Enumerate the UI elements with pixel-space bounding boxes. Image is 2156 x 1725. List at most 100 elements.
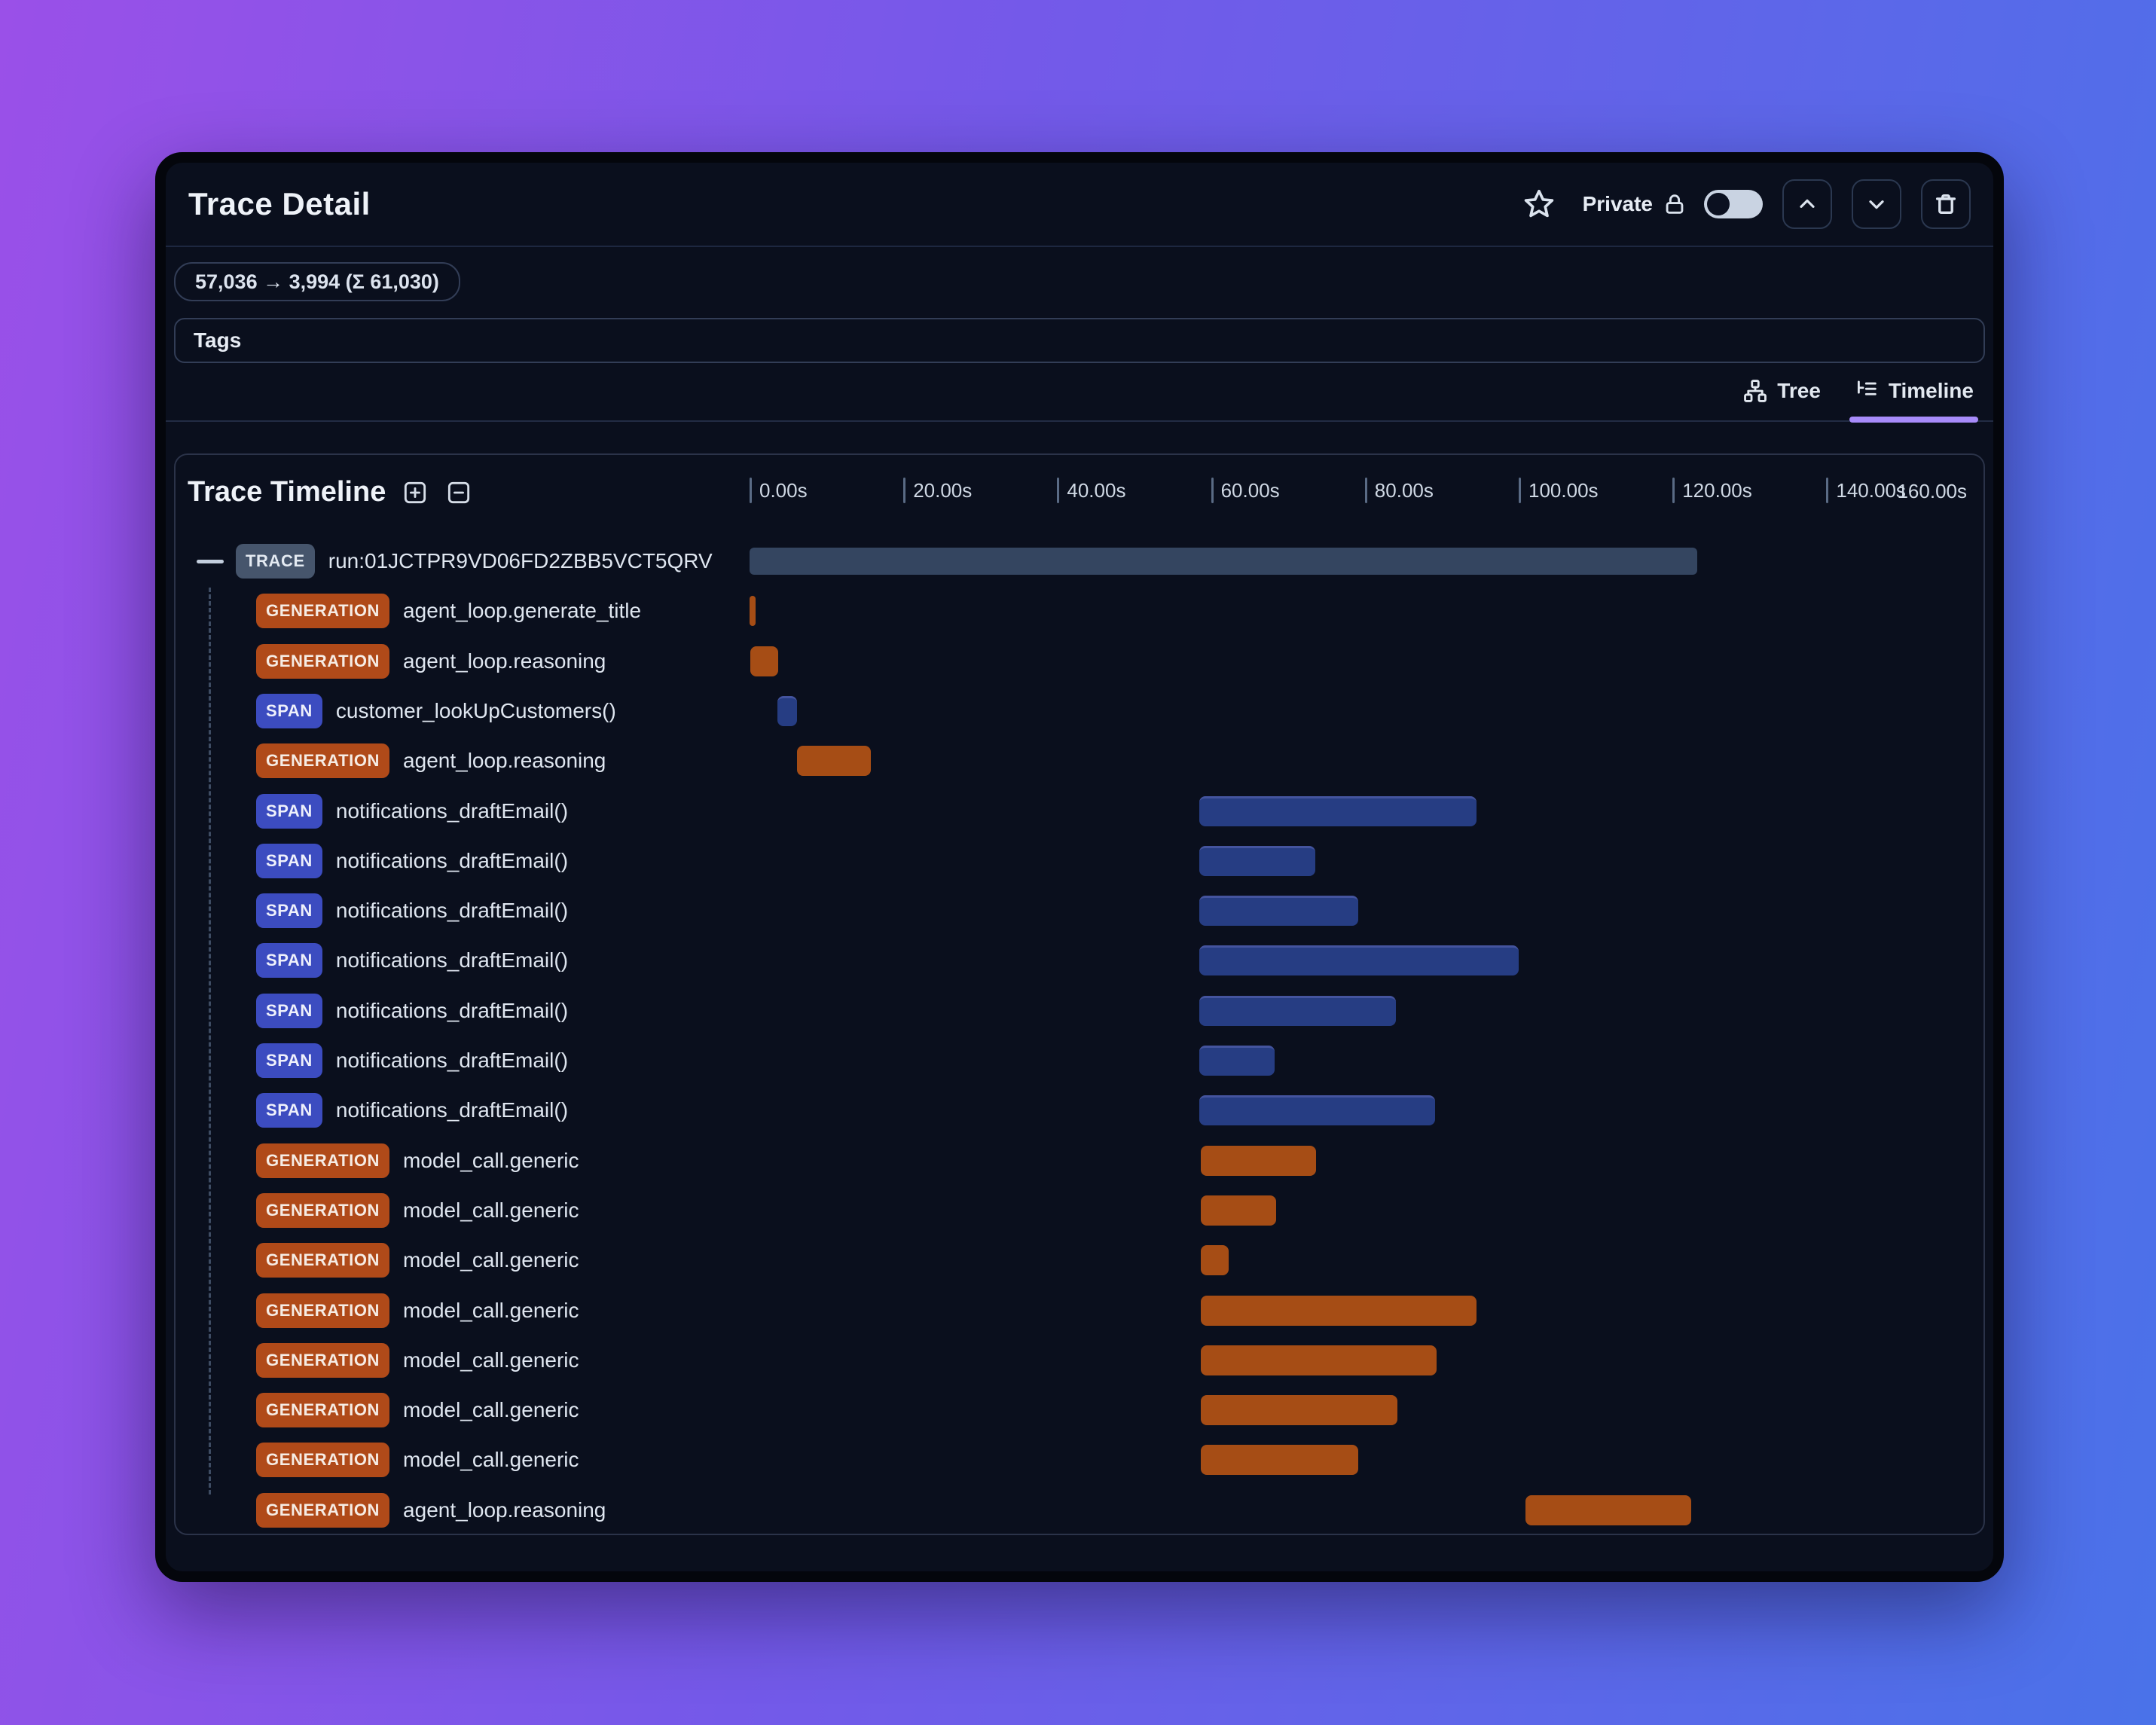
timeline-row[interactable]: GENERATION agent_loop.generate_title [176,586,1983,636]
window-header: Trace Detail Private [166,163,1993,247]
timeline-row[interactable]: SPAN notifications_draftEmail() [176,936,1983,985]
privacy-toggle[interactable] [1704,190,1763,218]
row-label: agent_loop.reasoning [403,1498,606,1522]
privacy-label: Private [1582,192,1653,215]
privacy-control: Private [1583,190,1763,218]
row-duration-bar[interactable] [1199,1095,1435,1126]
axis-tick: 40.00s [1057,478,1125,503]
axis-tick: 0.00s [750,478,808,503]
timeline-row[interactable]: SPAN notifications_draftEmail() [176,786,1983,836]
row-type-badge: SPAN [256,1093,322,1128]
star-icon[interactable] [1522,188,1556,221]
delete-trace-button[interactable] [1921,179,1971,229]
row-type-badge: GENERATION [256,1492,390,1528]
tags-input[interactable]: Tags [174,318,1985,363]
axis-tick-mark [750,478,752,503]
row-type-badge: SPAN [256,1043,322,1078]
row-duration-bar[interactable] [1199,1046,1275,1076]
row-label: notifications_draftEmail() [335,948,569,972]
timeline-row[interactable]: GENERATION model_call.generic [176,1136,1983,1186]
timeline-row[interactable]: SPAN customer_lookUpCustomers() [176,686,1983,736]
timeline-row[interactable]: SPAN notifications_draftEmail() [176,836,1983,886]
tags-label: Tags [194,328,242,352]
row-label: agent_loop.reasoning [403,749,606,773]
row-duration-bar[interactable] [750,596,756,627]
row-label: model_call.generic [403,1248,579,1272]
row-type-badge: SPAN [256,793,322,829]
timeline-row[interactable]: TRACE run:01JCTPR9VD06FD2ZBB5VCT5QRV [176,536,1983,586]
trace-timeline-panel: Trace Timeline 160.00s 0.00s 20.00s 40.0… [174,453,1985,1535]
timeline-row[interactable]: SPAN notifications_draftEmail() [176,986,1983,1036]
tree-hierarchy-icon [1742,378,1768,404]
row-label: model_call.generic [403,1448,579,1472]
axis-tick-label: 140.00s [1836,478,1906,502]
row-label: model_call.generic [403,1348,579,1372]
axis-end-label: 160.00s [1897,480,1967,502]
axis-tick: 60.00s [1211,478,1280,503]
timeline-row[interactable]: GENERATION agent_loop.reasoning [176,736,1983,786]
row-label: model_call.generic [403,1298,579,1322]
row-duration-bar[interactable] [1199,845,1316,876]
axis-tick-label: 100.00s [1528,478,1599,502]
row-duration-bar[interactable] [1201,1195,1277,1226]
axis-tick-mark [1364,478,1367,503]
row-duration-bar[interactable] [1199,795,1477,826]
row-type-badge: GENERATION [256,643,390,679]
collapse-up-button[interactable] [1782,179,1832,229]
axis-tick-mark [1826,478,1829,503]
timeline-row[interactable]: GENERATION agent_loop.reasoning [176,637,1983,686]
row-duration-bar[interactable] [1201,1345,1437,1375]
row-label: model_call.generic [403,1198,579,1222]
row-type-badge: GENERATION [256,1192,390,1228]
row-type-badge: GENERATION [256,1342,390,1378]
row-label: notifications_draftEmail() [335,998,569,1022]
timeline-row[interactable]: GENERATION model_call.generic [176,1186,1983,1235]
timeline-row[interactable]: GENERATION agent_loop.reasoning [176,1485,1983,1534]
row-type-badge: SPAN [256,993,322,1028]
axis-tick: 100.00s [1519,478,1599,503]
expand-down-button[interactable] [1852,179,1901,229]
row-duration-bar[interactable] [750,548,1697,575]
axis-tick-label: 120.00s [1682,478,1752,502]
timeline-row[interactable]: GENERATION model_call.generic [176,1235,1983,1285]
row-label: notifications_draftEmail() [335,1049,569,1072]
row-label: model_call.generic [403,1148,579,1172]
timeline-row[interactable]: GENERATION model_call.generic [176,1286,1983,1336]
row-type-badge: GENERATION [256,1243,390,1278]
axis-tick: 140.00s [1826,478,1906,503]
timeline-row[interactable]: GENERATION model_call.generic [176,1385,1983,1435]
time-axis: 160.00s 0.00s 20.00s 40.00s 60.00s 80.00… [176,455,1983,527]
row-duration-bar[interactable] [1201,1145,1317,1176]
axis-tick-label: 80.00s [1374,478,1434,502]
row-duration-bar[interactable] [1199,896,1358,927]
row-duration-bar[interactable] [1199,995,1396,1026]
row-type-badge: GENERATION [256,743,390,779]
page-title: Trace Detail [188,186,371,221]
row-duration-bar[interactable] [1199,945,1519,976]
row-duration-bar[interactable] [750,646,778,676]
timeline-row[interactable]: SPAN notifications_draftEmail() [176,1036,1983,1085]
row-duration-bar[interactable] [1201,1245,1229,1276]
row-duration-bar[interactable] [1201,1295,1477,1326]
timeline-row[interactable]: SPAN notifications_draftEmail() [176,1085,1983,1135]
row-duration-bar[interactable] [1201,1445,1358,1476]
timeline-row[interactable]: GENERATION model_call.generic [176,1435,1983,1485]
row-duration-bar[interactable] [1201,1395,1397,1426]
row-duration-bar[interactable] [777,695,798,726]
row-type-badge: GENERATION [256,1293,390,1328]
tab-tree[interactable]: Tree [1742,378,1821,420]
timeline-row[interactable]: SPAN notifications_draftEmail() [176,886,1983,936]
row-label: notifications_draftEmail() [335,848,569,872]
row-duration-bar[interactable] [1525,1494,1691,1525]
row-label: notifications_draftEmail() [335,1098,569,1122]
tab-timeline[interactable]: Timeline [1849,378,1979,423]
row-type-badge: GENERATION [256,1393,390,1428]
row-duration-bar[interactable] [797,746,872,777]
trace-detail-window: Trace Detail Private 57,036 → 3,994 (Σ 6… [155,152,2004,1582]
row-label: notifications_draftEmail() [335,798,569,823]
row-label: customer_lookUpCustomers() [335,698,616,722]
timeline-row[interactable]: GENERATION model_call.generic [176,1336,1983,1385]
desktop-background: Trace Detail Private 57,036 → 3,994 (Σ 6… [0,0,2156,1725]
collapse-toggle[interactable] [197,559,224,563]
axis-tick-label: 0.00s [759,478,808,502]
